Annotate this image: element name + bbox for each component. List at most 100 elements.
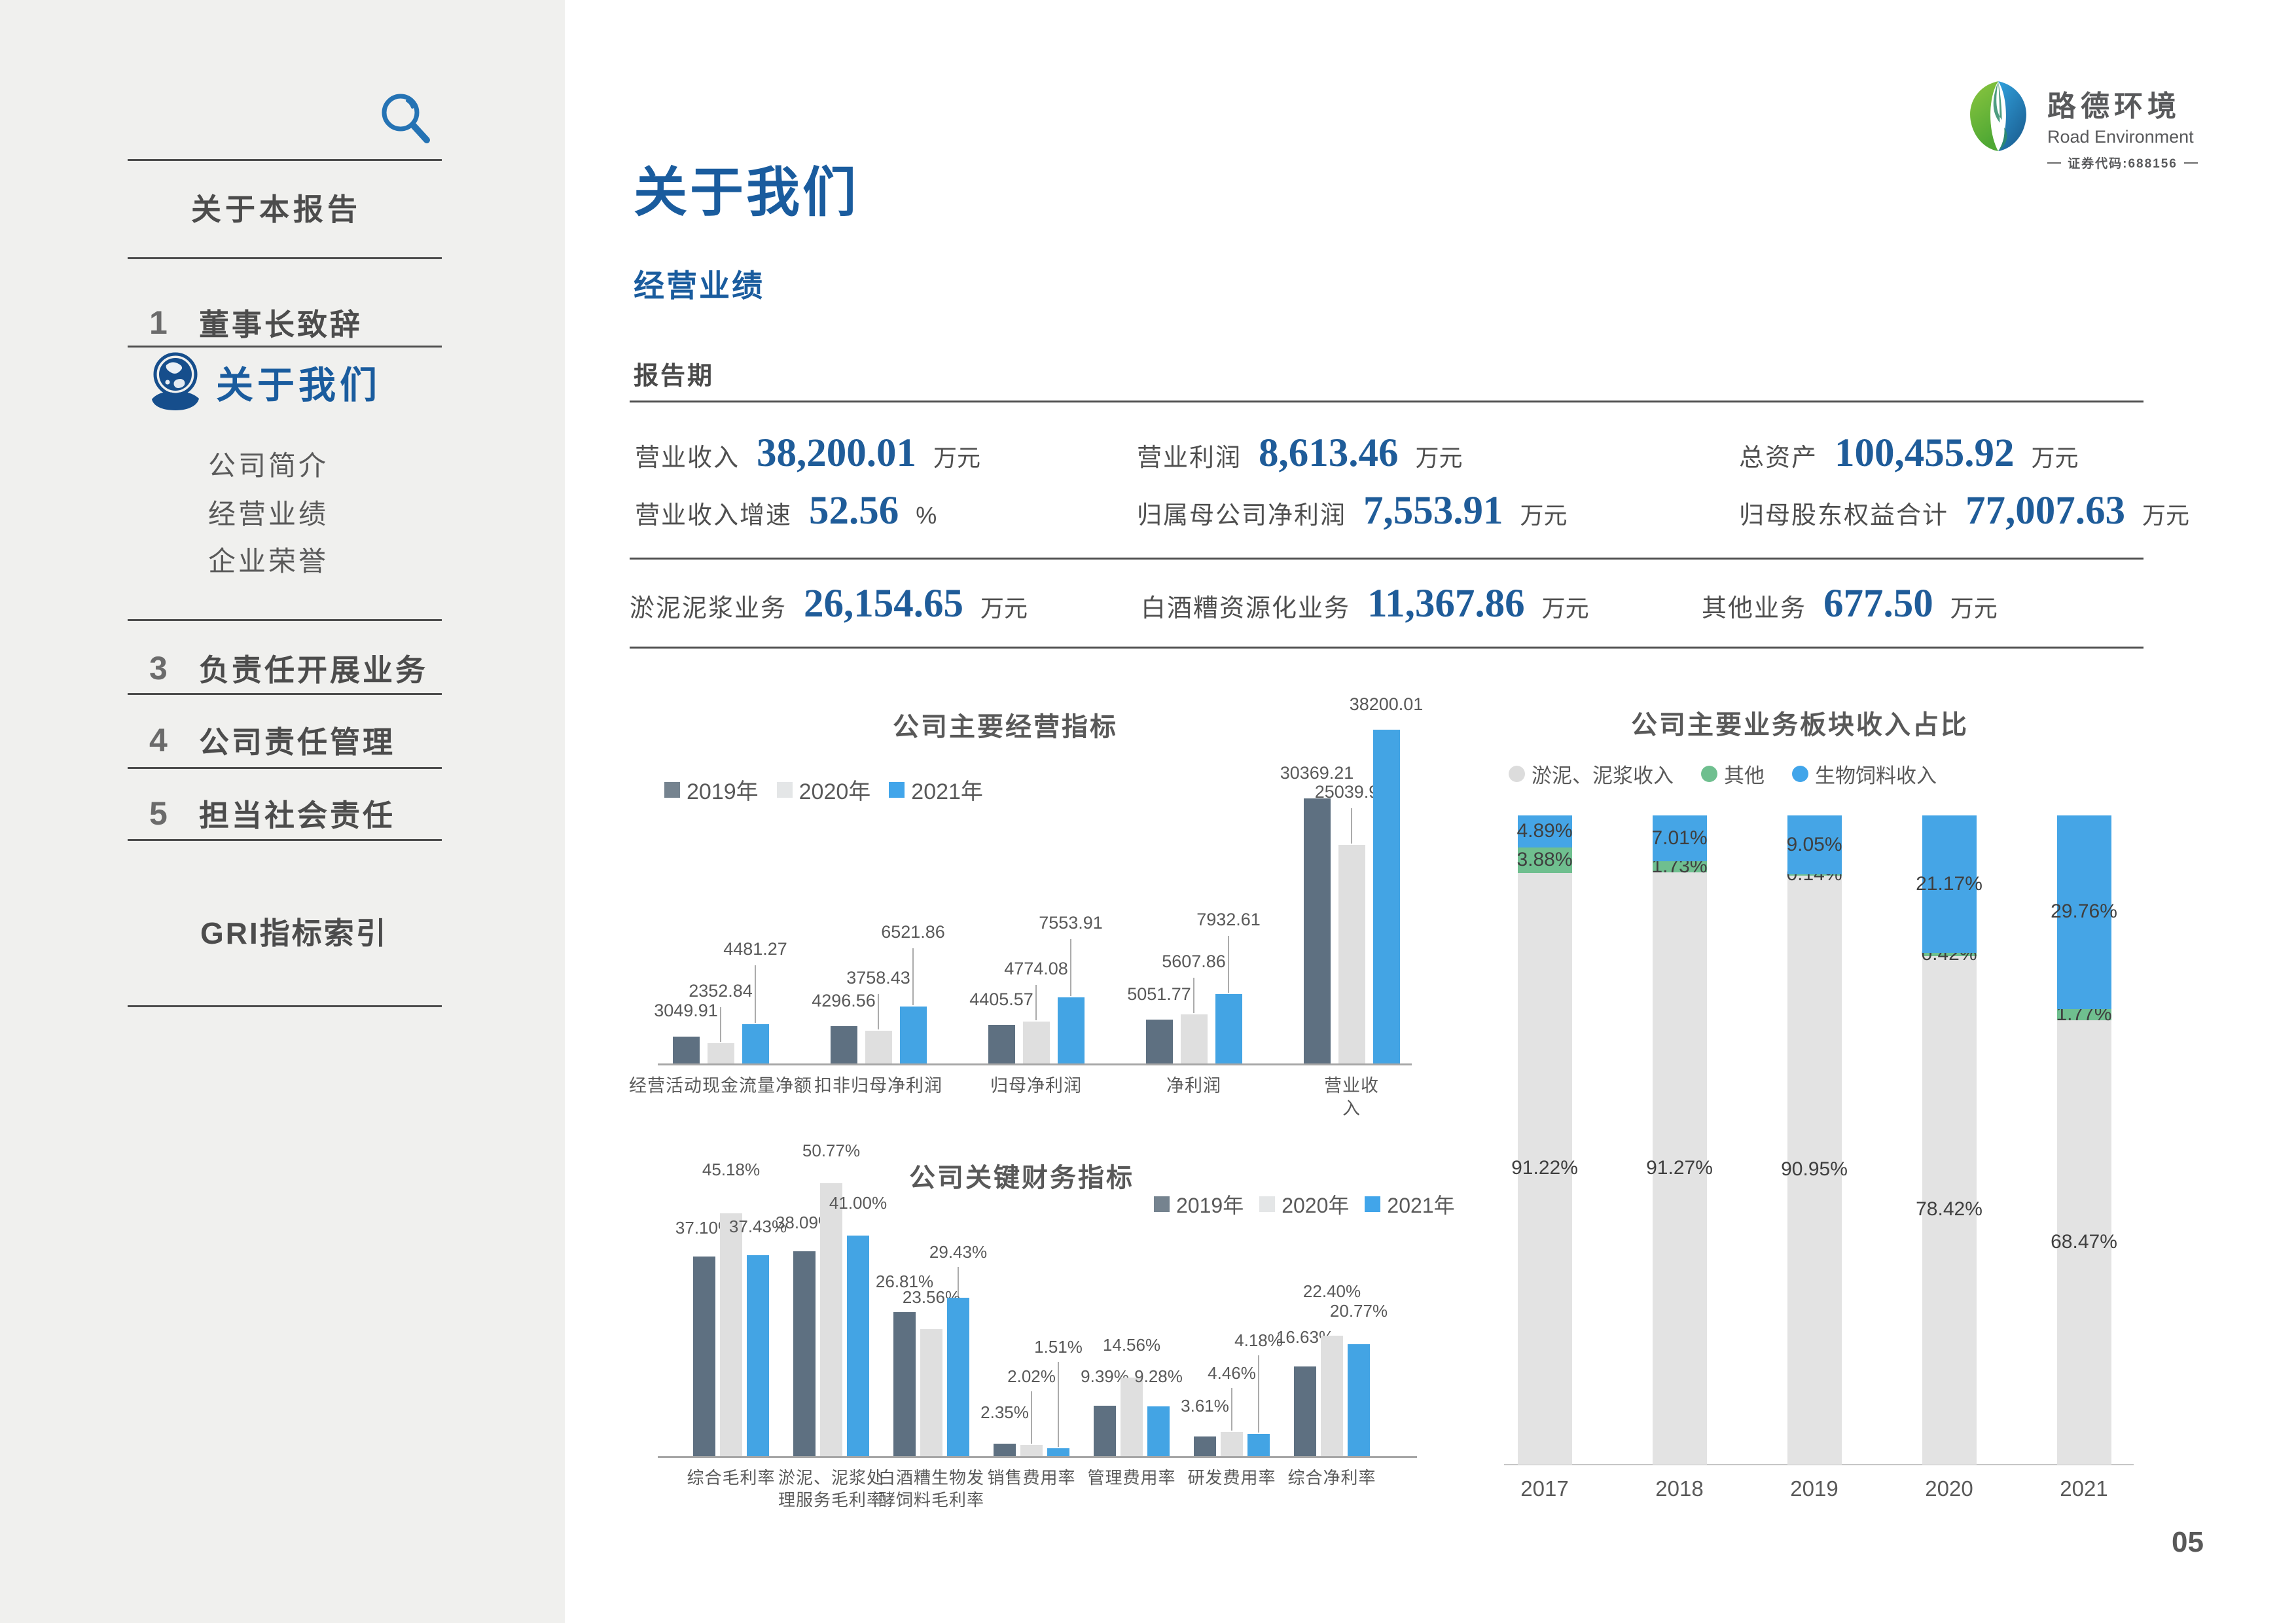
label-leader-line (958, 1267, 959, 1296)
bar (1058, 997, 1085, 1063)
divider (630, 558, 2144, 560)
bar (1338, 845, 1365, 1063)
axis-year-label: 2018 (1655, 1476, 1703, 1501)
axis-category-label: 营业收入 (1316, 1075, 1388, 1120)
x-axis (658, 1063, 1412, 1065)
legend-swatch (664, 782, 680, 798)
legend-swatch (777, 782, 793, 798)
divider (128, 693, 442, 695)
bar-value-label: 5051.77 (1127, 984, 1191, 1005)
bar (831, 1026, 857, 1063)
bar-value-label: 4.18% (1234, 1330, 1283, 1351)
bar (1247, 1434, 1270, 1456)
sidebar-item-social-responsibility[interactable]: 5 担当社会责任 (149, 792, 395, 835)
bar (1221, 1432, 1243, 1456)
bar (793, 1251, 816, 1456)
bar (847, 1236, 869, 1456)
bar-value-label: 5607.86 (1162, 952, 1226, 972)
bar (1373, 730, 1400, 1063)
axis-category-label: 综合净利率 (1287, 1467, 1376, 1489)
bar-value-label: 7932.61 (1196, 910, 1261, 930)
sidebar-item-label: 董事长致辞 (199, 301, 363, 344)
sidebar-subitem-company-profile[interactable]: 公司简介 (208, 444, 329, 484)
bar-value-label: 4.46% (1208, 1363, 1256, 1383)
divider (128, 257, 442, 259)
legend-swatch (1154, 1196, 1170, 1212)
chart-revenue-share-by-segment: 公司主要业务板块收入占比 淤泥、泥浆收入其他生物饲料收入 201791.22%3… (1499, 694, 2160, 1538)
bar-value-label: 20.77% (1330, 1301, 1388, 1321)
label-leader-line (1228, 936, 1229, 993)
bar (820, 1183, 842, 1456)
bar (1304, 798, 1331, 1063)
bar (708, 1043, 734, 1063)
metric-sludge-business: 淤泥泥浆业务26,154.65万元 (630, 581, 1028, 627)
label-leader-line (1351, 808, 1352, 844)
bar-value-label: 9.28% (1134, 1366, 1183, 1387)
sidebar-item-gri-index[interactable]: GRI指标索引 (200, 910, 388, 953)
bar (1181, 1014, 1208, 1063)
bar-value-label: 45.18% (702, 1160, 760, 1180)
label-leader-line (1058, 1362, 1059, 1447)
segment-value-label: 68.47% (2051, 1231, 2117, 1253)
axis-category-label: 白酒糟生物发酵饲料毛利率 (878, 1467, 984, 1512)
legend-dot-icon (1509, 766, 1525, 782)
sidebar-item-responsible-business[interactable]: 3 负责任开展业务 (149, 647, 428, 690)
legend-label: 生物饲料收入 (1815, 759, 1937, 789)
bar (673, 1037, 700, 1063)
legend-label: 2020年 (799, 774, 871, 806)
legend-item: 2020年 (777, 774, 871, 806)
axis-year-label: 2019 (1790, 1476, 1838, 1501)
chart-title: 公司主要业务板块收入占比 (1631, 704, 1969, 741)
axis-category-label: 销售费用率 (987, 1467, 1075, 1489)
chart-title: 公司主要经营指标 (893, 705, 1118, 743)
label-leader-line (912, 948, 914, 1005)
sidebar-item-chairman[interactable]: 1 董事长致辞 (149, 301, 363, 344)
axis-category-label: 净利润 (1166, 1075, 1221, 1097)
chart-main-operating-indicators: 公司主要经营指标 2019年2020年2021年 经营活动现金流量净额3049.… (658, 700, 1424, 1126)
logo-mark-icon (1964, 80, 2033, 152)
metric-revenue-growth: 营业收入增速52.56% (635, 488, 937, 534)
axis-category-label: 综合毛利率 (687, 1467, 775, 1489)
metric-distillers-grains-business: 白酒糟资源化业务11,367.86万元 (1141, 581, 1589, 627)
legend-label: 2021年 (911, 774, 983, 806)
sidebar-item-label: 关于我们 (216, 355, 381, 409)
sidebar-item-number: 3 (149, 649, 199, 687)
sidebar-item-number: 4 (149, 721, 199, 759)
legend-swatch (1259, 1196, 1275, 1212)
segment-value-label: 21.17% (1916, 873, 1982, 895)
bar-value-label: 2352.84 (689, 981, 753, 1001)
legend-label: 淤泥、泥浆收入 (1532, 759, 1674, 789)
bar (742, 1024, 769, 1063)
bar (1321, 1336, 1343, 1456)
search-icon[interactable] (378, 92, 433, 148)
bar-value-label: 14.56% (1103, 1335, 1160, 1355)
sidebar-item-label: 担当社会责任 (199, 792, 395, 835)
sidebar-item-responsibility-management[interactable]: 4 公司责任管理 (149, 719, 395, 762)
legend-dot-icon (1701, 766, 1717, 782)
sidebar-item-about-report[interactable]: 关于本报告 (191, 186, 361, 229)
bar-value-label: 2.02% (1007, 1366, 1056, 1387)
chart-title: 公司关键财务指标 (909, 1156, 1134, 1194)
axis-category-label: 经营活动现金流量净额 (629, 1075, 812, 1097)
metric-operating-profit: 营业利润8,613.46万元 (1137, 431, 1463, 476)
legend-item: 2021年 (889, 774, 983, 806)
metric-net-profit-parent: 归属母公司净利润7,553.91万元 (1137, 488, 1568, 534)
sidebar-item-label: 负责任开展业务 (199, 647, 428, 690)
sidebar-subitem-business-performance[interactable]: 经营业绩 (208, 492, 329, 532)
label-leader-line (1031, 1391, 1032, 1444)
sidebar-subitem-corporate-honors[interactable]: 企业荣誉 (208, 539, 329, 579)
bar (1147, 1406, 1170, 1456)
sidebar-item-about-us-active[interactable]: 关于我们 (149, 352, 381, 412)
bar-value-label: 29.43% (929, 1242, 987, 1262)
legend-dot-icon (1792, 766, 1808, 782)
legend-item: 生物饲料收入 (1792, 759, 1937, 789)
bar-value-label: 3049.91 (654, 1001, 718, 1021)
globe-hand-icon (149, 352, 202, 412)
bar (865, 1031, 892, 1063)
segment-value-label: 3.88% (1516, 849, 1572, 871)
axis-year-label: 2017 (1520, 1476, 1568, 1501)
bar (920, 1329, 942, 1456)
axis-category-label: 研发费用率 (1187, 1467, 1276, 1489)
legend-item: 其他 (1701, 759, 1765, 789)
reporting-period-label: 报告期 (634, 355, 714, 391)
